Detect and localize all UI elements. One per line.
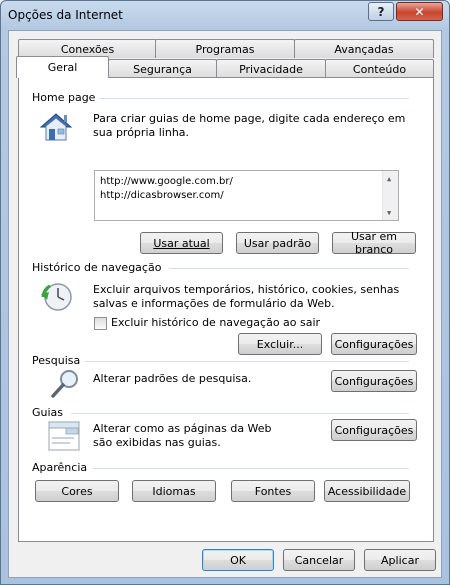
tabs-window-icon (48, 421, 80, 454)
scroll-up-icon[interactable]: ▲ (387, 175, 391, 183)
tabs-group-label: Guias (32, 406, 68, 419)
search-divider (85, 361, 409, 362)
internet-options-window: Opções da Internet ? ✕ Conexões Programa… (0, 0, 450, 585)
use-blank-button[interactable]: Usar em branco (332, 230, 416, 256)
homepage-urls-textarea[interactable]: http://www.google.com.br/ http://dicasbr… (94, 170, 399, 221)
search-settings-label: Configurações (334, 374, 414, 388)
accessibility-button[interactable]: Acessibilidade (324, 480, 410, 502)
apply-button[interactable]: Aplicar (364, 549, 436, 571)
languages-button[interactable]: Idiomas (132, 480, 216, 502)
tab-privacidade[interactable]: Privacidade (216, 59, 326, 78)
tabs-description: Alterar como as páginas da Web são exibi… (93, 422, 272, 449)
homepage-group-label: Home page (32, 91, 100, 104)
search-settings-button[interactable]: Configurações (331, 370, 417, 392)
cancel-label: Cancelar (294, 553, 344, 567)
tab-avancadas[interactable]: Avançadas (294, 39, 434, 58)
tab-programas[interactable]: Programas (155, 39, 295, 58)
history-group-label: Histórico de navegação (32, 261, 166, 274)
search-description: Alterar padrões de pesquisa. (93, 372, 252, 385)
home-icon (39, 112, 73, 145)
tab-geral[interactable]: Geral (16, 56, 109, 78)
use-blank-label: Usar em branco (350, 230, 398, 256)
ok-button[interactable]: OK (202, 549, 274, 571)
homepage-url-line: http://dicasbrowser.com/ (100, 190, 224, 201)
fonts-label: Fontes (254, 484, 292, 498)
urls-scrollbar[interactable]: ▲ ▼ (382, 171, 398, 220)
homepage-divider (97, 98, 409, 99)
homepage-url-line: http://www.google.com.br/ (100, 176, 233, 187)
general-panel: Home page Para criar guias de home page,… (18, 77, 434, 542)
close-button[interactable]: ✕ (396, 2, 443, 21)
delete-history-label: Excluir... (256, 337, 304, 351)
history-settings-button[interactable]: Configurações (331, 333, 417, 355)
use-default-label: Usar padrão (243, 236, 312, 250)
help-button[interactable]: ? (368, 2, 394, 21)
languages-label: Idiomas (152, 484, 196, 498)
colors-button[interactable]: Cores (35, 480, 119, 502)
tabs-divider (71, 413, 409, 414)
appearance-group-label: Aparência (32, 461, 92, 474)
tab-conteudo[interactable]: Conteúdo (325, 59, 434, 78)
fonts-button[interactable]: Fontes (231, 480, 315, 502)
apply-label: Aplicar (381, 553, 419, 567)
history-settings-label: Configurações (334, 337, 414, 351)
colors-label: Cores (61, 484, 93, 498)
search-magnifier-icon (49, 368, 81, 403)
homepage-description: Para criar guias de home page, digite ca… (93, 112, 406, 139)
cancel-button[interactable]: Cancelar (283, 549, 355, 571)
use-current-button[interactable]: Usar atual (140, 232, 223, 254)
dialog-client: Conexões Programas Avançadas Geral Segur… (8, 30, 442, 578)
tabs-settings-button[interactable]: Configurações (331, 419, 417, 441)
delete-history-button[interactable]: Excluir... (238, 333, 322, 355)
scroll-down-icon[interactable]: ▼ (387, 209, 391, 217)
history-description: Excluir arquivos temporários, histórico,… (93, 283, 400, 310)
search-group-label: Pesquisa (32, 354, 85, 367)
accessibility-label: Acessibilidade (327, 484, 407, 498)
history-divider (169, 268, 409, 269)
ok-label: OK (230, 553, 246, 567)
window-title: Opções da Internet (8, 8, 123, 22)
tabs-settings-label: Configurações (334, 423, 414, 437)
title-bar[interactable]: Opções da Internet ? ✕ (1, 1, 449, 30)
delete-history-on-exit-checkbox[interactable] (94, 317, 107, 330)
use-current-label: Usar atual (153, 236, 210, 250)
tab-seguranca[interactable]: Segurança (108, 59, 217, 78)
delete-history-on-exit-label[interactable]: Excluir histórico de navegação ao sair (111, 316, 320, 330)
use-default-button[interactable]: Usar padrão (236, 232, 319, 254)
appearance-divider (93, 468, 409, 469)
history-clock-icon (41, 281, 73, 316)
